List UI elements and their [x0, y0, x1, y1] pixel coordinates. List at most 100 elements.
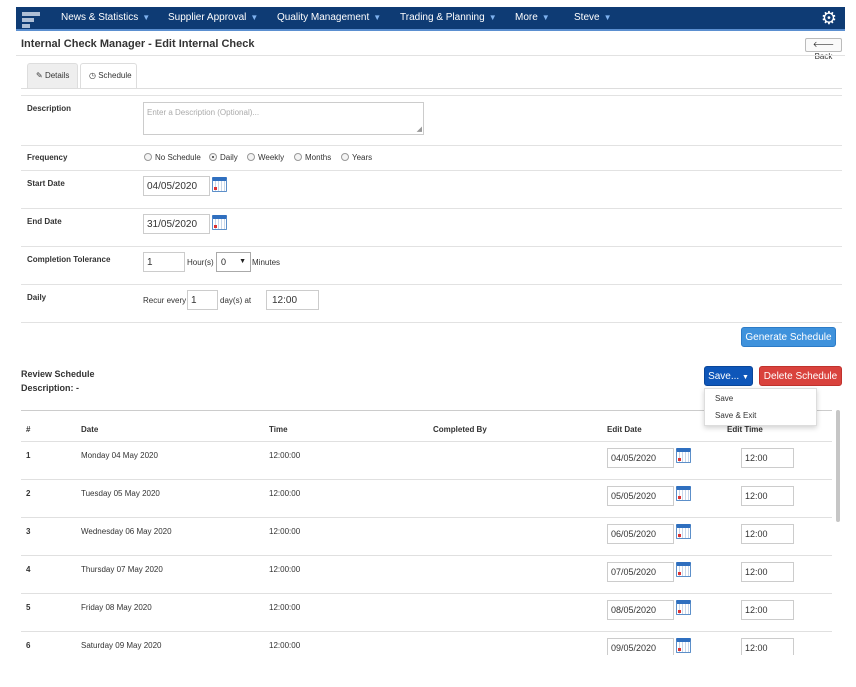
table-row: 2 Tuesday 05 May 2020 12:00:00 05/05/202…: [21, 479, 832, 517]
col-header-number: #: [26, 425, 31, 434]
chevron-down-icon: ▼: [488, 13, 497, 22]
tolerance-hours-input[interactable]: 1: [143, 252, 185, 272]
save-label: Save...: [708, 371, 740, 382]
edit-time-input[interactable]: 12:00: [741, 486, 794, 506]
row-number: 1: [26, 451, 31, 460]
edit-time-input[interactable]: 12:00: [741, 638, 794, 655]
chevron-down-icon: ▼: [142, 13, 151, 22]
divider: [21, 208, 842, 209]
row-time: 12:00:00: [269, 565, 301, 574]
calendar-icon[interactable]: [676, 562, 691, 577]
calendar-icon[interactable]: [676, 448, 691, 463]
table-row: 5 Friday 08 May 2020 12:00:00 08/05/2020…: [21, 593, 832, 631]
start-date-input[interactable]: 04/05/2020: [143, 176, 210, 196]
nav-item-label: Quality Management: [277, 12, 370, 23]
calendar-icon[interactable]: [212, 177, 227, 192]
nav-item-label: News & Statistics: [61, 12, 139, 23]
edit-date-input[interactable]: 09/05/2020: [607, 638, 674, 655]
row-time: 12:00:00: [269, 489, 301, 498]
description-input[interactable]: Enter a Description (Optional)... ◢: [143, 102, 424, 135]
radio-icon: [294, 153, 302, 161]
back-label: Back: [814, 52, 833, 61]
nav-quality-management[interactable]: Quality Management ▼: [277, 7, 381, 29]
edit-time-input[interactable]: 12:00: [741, 562, 794, 582]
chevron-down-icon: ▼: [541, 13, 550, 22]
frequency-label: Frequency: [27, 153, 68, 162]
col-header-edit-time: Edit Time: [727, 425, 763, 434]
edit-date-input[interactable]: 05/05/2020: [607, 486, 674, 506]
pencil-icon: ✎: [36, 71, 43, 80]
logo-icon[interactable]: [22, 12, 40, 28]
calendar-icon[interactable]: [676, 638, 691, 653]
radio-weekly[interactable]: Weekly: [247, 153, 284, 163]
row-date: Wednesday 06 May 2020: [81, 527, 172, 536]
caret-down-icon: ▼: [741, 374, 749, 381]
nav-item-label: Trading & Planning: [400, 12, 485, 23]
nav-news-statistics[interactable]: News & Statistics ▼: [61, 7, 150, 29]
table-row: 4 Thursday 07 May 2020 12:00:00 07/05/20…: [21, 555, 832, 593]
delete-schedule-button[interactable]: Delete Schedule: [759, 366, 842, 386]
chevron-down-icon: ▼: [250, 13, 259, 22]
nav-supplier-approval[interactable]: Supplier Approval ▼: [168, 7, 258, 29]
calendar-icon[interactable]: [676, 486, 691, 501]
divider: [21, 170, 842, 171]
nav-user-menu[interactable]: Steve ▼: [574, 7, 612, 29]
edit-time-input[interactable]: 12:00: [741, 600, 794, 620]
back-button[interactable]: 🡐 Back: [805, 38, 842, 61]
recur-time-input[interactable]: 12:00: [266, 290, 319, 310]
tab-schedule[interactable]: ◷ Schedule: [80, 63, 137, 89]
divider: [16, 55, 845, 56]
divider: [21, 284, 842, 285]
edit-date-input[interactable]: 08/05/2020: [607, 600, 674, 620]
start-date-label: Start Date: [27, 179, 65, 188]
radio-daily[interactable]: Daily: [209, 153, 238, 163]
radio-label: No Schedule: [155, 153, 201, 162]
completion-tolerance-label: Completion Tolerance: [27, 255, 111, 264]
nav-item-label: Supplier Approval: [168, 12, 247, 23]
recur-every-input[interactable]: 1: [187, 290, 218, 310]
nav-item-label: Steve: [574, 12, 600, 23]
table-scrollbar[interactable]: [836, 410, 840, 522]
divider: [21, 95, 842, 96]
divider: [21, 322, 842, 323]
recur-every-label: Recur every: [143, 296, 187, 305]
generate-schedule-button[interactable]: Generate Schedule: [741, 327, 836, 347]
radio-checked-icon: [209, 153, 217, 161]
radio-years[interactable]: Years: [341, 153, 372, 163]
gear-icon[interactable]: ⚙: [821, 8, 837, 28]
col-header-completed-by: Completed By: [433, 425, 487, 434]
chevron-down-icon: ▼: [373, 13, 382, 22]
menu-item-save[interactable]: Save: [715, 394, 733, 403]
edit-time-input[interactable]: 12:00: [741, 524, 794, 544]
calendar-icon[interactable]: [676, 600, 691, 615]
hours-unit-label: Hour(s): [187, 258, 214, 267]
radio-months[interactable]: Months: [294, 153, 331, 163]
nav-trading-planning[interactable]: Trading & Planning ▼: [400, 7, 497, 29]
tab-label: Schedule: [98, 71, 132, 80]
col-header-date: Date: [81, 425, 99, 434]
table-row: 3 Wednesday 06 May 2020 12:00:00 06/05/2…: [21, 517, 832, 555]
menu-item-save-exit[interactable]: Save & Exit: [715, 411, 756, 420]
minutes-unit-label: Minutes: [252, 258, 281, 267]
tolerance-minutes-select[interactable]: 0 ▼: [216, 252, 251, 272]
nav-more[interactable]: More ▼: [515, 7, 550, 29]
nav-item-label: More: [515, 12, 538, 23]
end-date-input[interactable]: 31/05/2020: [143, 214, 210, 234]
edit-date-input[interactable]: 06/05/2020: [607, 524, 674, 544]
radio-no-schedule[interactable]: No Schedule: [144, 153, 201, 163]
page-title: Internal Check Manager - Edit Internal C…: [21, 38, 255, 50]
edit-time-input[interactable]: 12:00: [741, 448, 794, 468]
calendar-icon[interactable]: [676, 524, 691, 539]
tab-details[interactable]: ✎ Details: [27, 63, 78, 88]
row-number: 3: [26, 527, 31, 536]
days-at-label: day(s) at: [220, 296, 252, 305]
edit-date-input[interactable]: 07/05/2020: [607, 562, 674, 582]
save-dropdown-button[interactable]: Save... ▼: [704, 366, 753, 386]
radio-label: Daily: [220, 153, 238, 162]
calendar-icon[interactable]: [212, 215, 227, 230]
row-time: 12:00:00: [269, 451, 301, 460]
edit-date-input[interactable]: 04/05/2020: [607, 448, 674, 468]
row-number: 4: [26, 565, 31, 574]
resize-handle-icon[interactable]: ◢: [417, 126, 422, 133]
col-header-edit-date: Edit Date: [607, 425, 642, 434]
